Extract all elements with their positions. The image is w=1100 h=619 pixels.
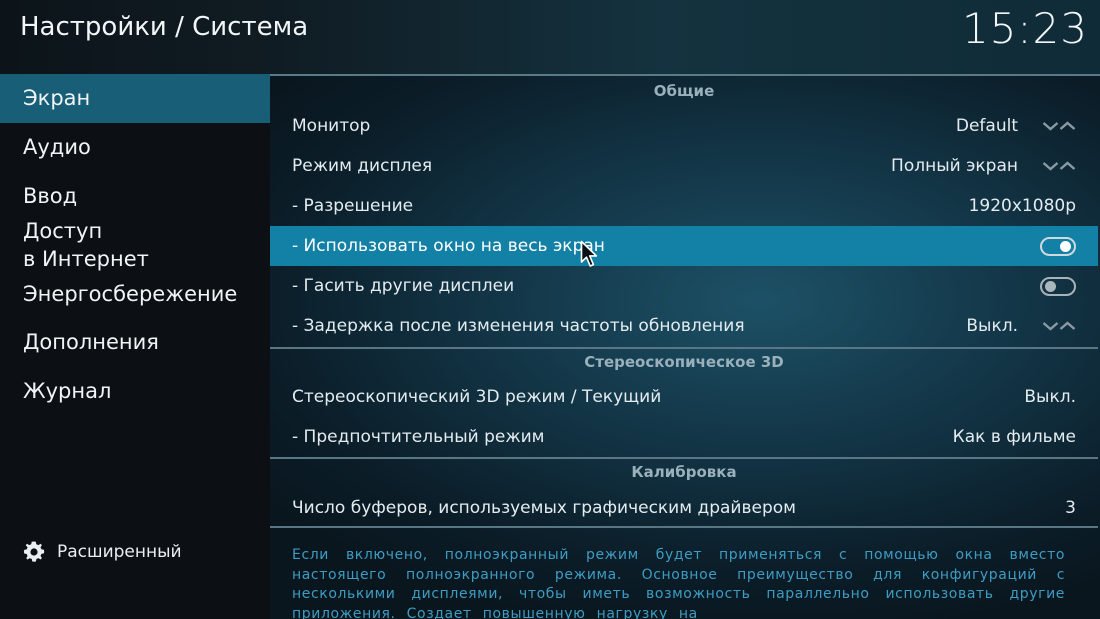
chevron-down-icon xyxy=(1042,322,1059,331)
clock: 15:23 xyxy=(961,4,1088,53)
sidebar-item-label: Журнал xyxy=(23,379,112,403)
setting-label: - Гасить другие дисплеи xyxy=(292,276,515,296)
chevron-up-icon xyxy=(1059,161,1076,170)
toggle-switch-off[interactable] xyxy=(1040,276,1076,296)
setting-resolution[interactable]: - Разрешение 1920x1080p xyxy=(270,186,1098,226)
setting-fullscreen-window[interactable]: - Использовать окно на весь экран xyxy=(270,226,1098,266)
setting-blank-displays[interactable]: - Гасить другие дисплеи xyxy=(270,266,1098,306)
section-header-calibration: Калибровка xyxy=(631,463,737,481)
sidebar-item-label: Аудио xyxy=(23,135,91,159)
setting-label: Стереоскопический 3D режим / Текущий xyxy=(292,387,662,407)
sidebar-item-display[interactable]: Экран xyxy=(0,74,270,123)
setting-label: - Разрешение xyxy=(292,196,414,216)
chevron-down-icon xyxy=(1042,122,1059,131)
section-divider xyxy=(270,457,1098,459)
setting-value: 3 xyxy=(1065,498,1076,518)
mouse-pointer-icon xyxy=(580,240,598,267)
chevron-up-icon xyxy=(1059,121,1076,130)
setting-label: Монитор xyxy=(292,116,371,136)
sidebar-item-label: Ввод xyxy=(23,184,78,208)
sidebar: Экран Аудио Ввод Доступ в Интернет Энерг… xyxy=(0,74,270,619)
sidebar-item-label: в Интернет xyxy=(23,247,149,271)
top-bar: Настройки / Система 15:23 xyxy=(0,0,1100,74)
sidebar-item-power-saving[interactable]: Энергосбережение xyxy=(0,280,270,308)
setting-description: Если включено, полноэкранный режим будет… xyxy=(292,547,1065,619)
section-header-stereo: Стереоскопическое 3D xyxy=(584,353,784,371)
advanced-level-label: Расширенный xyxy=(57,542,182,562)
setting-buffers[interactable]: Число буферов, используемых графическим … xyxy=(270,488,1098,528)
setting-label: - Предпочтительный режим xyxy=(292,427,545,447)
sidebar-item-logging[interactable]: Журнал xyxy=(0,377,270,405)
sidebar-item-label: Экран xyxy=(23,86,91,110)
setting-value: Default xyxy=(955,116,1018,136)
setting-value: Выкл. xyxy=(1024,387,1076,407)
setting-value: Полный экран xyxy=(891,156,1018,176)
sidebar-item-label: Дополнения xyxy=(23,330,159,354)
sidebar-item-label: Доступ xyxy=(23,219,103,243)
gear-icon xyxy=(23,541,45,562)
sidebar-item-addons[interactable]: Дополнения xyxy=(0,328,270,356)
setting-label: - Использовать окно на весь экран xyxy=(292,236,605,256)
setting-value: 1920x1080p xyxy=(968,196,1076,216)
section-header-general: Общие xyxy=(653,82,715,100)
setting-value: Как в фильме xyxy=(952,427,1076,447)
sidebar-item-internet-access[interactable]: Доступ в Интернет xyxy=(0,217,270,273)
advanced-level-button[interactable]: Расширенный xyxy=(22,540,182,564)
setting-preferred-mode[interactable]: - Предпочтительный режим Как в фильме xyxy=(270,417,1098,457)
setting-stereo-mode[interactable]: Стереоскопический 3D режим / Текущий Вык… xyxy=(270,377,1098,417)
setting-label: Режим дисплея xyxy=(292,156,433,176)
kodi-settings-screen: Настройки / Система 15:23 Экран Аудио Вв… xyxy=(0,0,1100,619)
setting-label: Число буферов, используемых графическим … xyxy=(292,498,796,518)
chevron-up-icon xyxy=(1059,321,1076,330)
chevron-down-icon xyxy=(1042,162,1059,171)
toggle-knob xyxy=(1045,280,1056,292)
toggle-switch-on[interactable] xyxy=(1040,236,1076,256)
settings-list: Общие Монитор Default Режим дисплея Полн… xyxy=(270,74,1100,528)
sidebar-item-audio[interactable]: Аудио xyxy=(0,133,270,161)
sidebar-item-label: Энергосбережение xyxy=(23,282,238,306)
section-divider xyxy=(270,526,1098,528)
setting-monitor[interactable]: Монитор Default xyxy=(270,106,1098,146)
setting-label: - Задержка после изменения частоты обнов… xyxy=(292,316,745,336)
spinner-arrows[interactable] xyxy=(1042,321,1076,331)
setting-refresh-delay[interactable]: - Задержка после изменения частоты обнов… xyxy=(270,306,1098,346)
setting-value: Выкл. xyxy=(966,316,1018,336)
section-divider xyxy=(270,347,1098,349)
page-title: Настройки / Система xyxy=(20,12,309,42)
spinner-arrows[interactable] xyxy=(1042,121,1076,131)
spinner-arrows[interactable] xyxy=(1042,161,1076,171)
sidebar-item-input[interactable]: Ввод xyxy=(0,182,270,210)
setting-display-mode[interactable]: Режим дисплея Полный экран xyxy=(270,146,1098,186)
toggle-knob xyxy=(1060,240,1071,252)
